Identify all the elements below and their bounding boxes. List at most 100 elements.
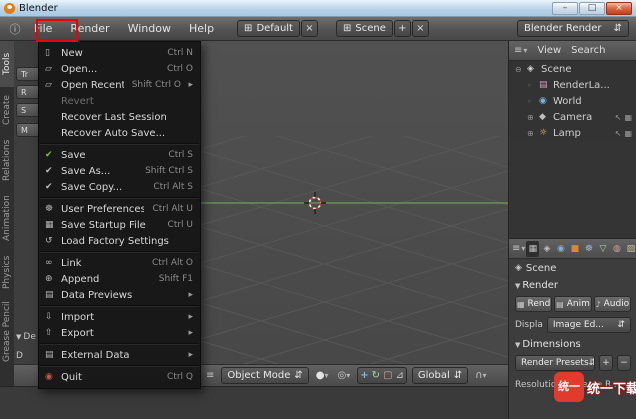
layout-name[interactable]: Default (256, 23, 293, 34)
manipulator-axis-icon[interactable] (396, 370, 404, 381)
screen-layout-selector[interactable]: Default (237, 20, 300, 37)
render-button[interactable]: Rend (515, 296, 553, 312)
menu-item-load-factory-settings[interactable]: Load Factory Settings (39, 233, 200, 249)
tab-texture-icon[interactable] (624, 241, 636, 257)
viewport-editor-type-icon[interactable] (204, 368, 216, 384)
display-mode-dropdown[interactable]: Image Ed... (546, 317, 631, 333)
expand-icon[interactable] (527, 113, 536, 122)
menu-item-append[interactable]: Append Shift F1 (39, 271, 200, 287)
tab-world-icon[interactable] (554, 241, 567, 257)
breadcrumb-label[interactable]: Scene (526, 263, 557, 274)
help-menu-button[interactable]: Help (180, 17, 223, 40)
preset-remove-button[interactable]: − (617, 355, 631, 371)
scene-add-button[interactable] (393, 20, 411, 37)
translate-manipulator-icon[interactable] (360, 370, 368, 381)
minimize-button[interactable] (552, 1, 578, 15)
outliner-view-menu[interactable]: View (537, 45, 561, 56)
menu-item-open-recent[interactable]: Open Recent... Shift Ctrl O (39, 77, 200, 93)
menu-item-save-startup-file[interactable]: Save Startup File Ctrl U (39, 217, 200, 233)
renderable-toggle-icon[interactable] (624, 113, 632, 122)
menu-item-export[interactable]: Export (39, 325, 200, 341)
menu-item-recover-last-session[interactable]: Recover Last Session (39, 109, 200, 125)
external-data-icon (45, 350, 61, 360)
tab-object-icon[interactable] (568, 241, 581, 257)
dimensions-section-header[interactable]: Dimensions (509, 336, 636, 353)
selectable-toggle-icon[interactable] (615, 129, 622, 138)
orientation-selector[interactable]: Global (411, 367, 469, 384)
animation-button[interactable]: Anim (554, 296, 592, 312)
tab-relations[interactable]: Relations (0, 133, 14, 187)
collapse-icon[interactable] (515, 65, 524, 74)
outliner-editor-type-icon[interactable] (514, 45, 527, 56)
menu-item-external-data[interactable]: External Data (39, 347, 200, 363)
tab-create[interactable]: Create (0, 89, 14, 131)
menu-item-save-as[interactable]: Save As... Shift Ctrl S (39, 163, 200, 179)
menu-item-open[interactable]: Open... Ctrl O (39, 61, 200, 77)
engine-name[interactable]: Blender Render (524, 23, 602, 34)
audio-button[interactable]: Audio (593, 296, 631, 312)
tool-button-rotate[interactable]: R (16, 85, 38, 99)
viewport-shading-selector[interactable] (314, 368, 331, 384)
close-button[interactable] (606, 1, 632, 15)
window-titlebar[interactable]: Blender (0, 0, 636, 17)
preset-add-button[interactable]: + (599, 355, 613, 371)
scene-unlink-button[interactable] (411, 20, 429, 37)
pivot-point-selector[interactable] (336, 368, 353, 384)
tree-label[interactable]: Camera (553, 112, 592, 123)
layout-unlink-button[interactable] (300, 20, 318, 37)
menu-item-new[interactable]: New Ctrl N (39, 45, 200, 61)
tree-row-world[interactable]: World (509, 93, 636, 109)
window-menu-button[interactable]: Window (119, 17, 180, 40)
menu-item-save[interactable]: Save Ctrl S (39, 147, 200, 163)
tab-physics[interactable]: Physics (0, 249, 14, 295)
render-presets-dropdown[interactable]: Render Presets (515, 355, 595, 371)
editor-type-info-icon[interactable] (5, 21, 25, 37)
menu-item-save-copy[interactable]: Save Copy... Ctrl Alt S (39, 179, 200, 195)
operator-panel-header[interactable]: De (16, 332, 38, 342)
properties-editor-type-icon[interactable] (512, 243, 525, 254)
tab-scene-icon[interactable] (540, 241, 553, 257)
scene-name[interactable]: Scene (355, 23, 386, 34)
tab-object-data-icon[interactable] (596, 241, 609, 257)
tree-label[interactable]: Scene (541, 64, 572, 75)
tree-row-renderlayers[interactable]: RenderLa... (509, 77, 636, 93)
menu-item-user-preferences[interactable]: User Preferences... Ctrl Alt U (39, 201, 200, 217)
expand-icon[interactable] (527, 129, 536, 138)
tree-row-scene[interactable]: Scene (509, 61, 636, 77)
tree-label[interactable]: RenderLa... (553, 80, 610, 91)
menu-item-quit[interactable]: Quit Ctrl Q (39, 369, 200, 385)
menu-item-recover-auto-save[interactable]: Recover Auto Save... (39, 125, 200, 141)
selectable-toggle-icon[interactable] (615, 113, 622, 122)
menu-item-import[interactable]: Import (39, 309, 200, 325)
tab-animation[interactable]: Animation (0, 189, 14, 247)
tool-button-scale[interactable]: S (16, 103, 38, 117)
tab-grease-pencil[interactable]: Grease Pencil (0, 297, 14, 367)
tab-tools[interactable]: Tools (0, 41, 14, 87)
mode-value[interactable]: Object Mode (227, 370, 290, 381)
window-title: Blender (19, 2, 58, 14)
layout-browse-icon[interactable] (244, 23, 252, 34)
menu-item-link[interactable]: Link Ctrl Alt O (39, 255, 200, 271)
render-engine-selector[interactable]: Blender Render (517, 20, 629, 37)
tree-row-camera[interactable]: Camera (509, 109, 636, 125)
scale-manipulator-icon[interactable] (383, 370, 392, 381)
tree-label[interactable]: World (553, 96, 582, 107)
tab-material-icon[interactable] (610, 241, 623, 257)
mode-selector[interactable]: Object Mode (221, 367, 309, 384)
menu-item-data-previews[interactable]: Data Previews (39, 287, 200, 303)
tree-label[interactable]: Lamp (553, 128, 581, 139)
outliner-search-menu[interactable]: Search (571, 45, 605, 56)
render-section-header[interactable]: Render (509, 277, 636, 294)
rotate-manipulator-icon[interactable] (372, 370, 380, 381)
orientation-value[interactable]: Global (418, 370, 450, 381)
tab-render-icon[interactable] (526, 240, 540, 257)
tab-modifiers-icon[interactable] (582, 241, 595, 257)
maximize-button[interactable] (579, 1, 605, 15)
scene-browse-icon[interactable] (343, 23, 351, 34)
scene-selector[interactable]: Scene (335, 20, 393, 37)
tree-row-lamp[interactable]: Lamp (509, 125, 636, 141)
snap-selector[interactable] (473, 368, 488, 384)
tool-button-m[interactable]: M (16, 123, 38, 137)
renderable-toggle-icon[interactable] (624, 129, 632, 138)
tool-button-translate[interactable]: Tr (16, 67, 38, 81)
